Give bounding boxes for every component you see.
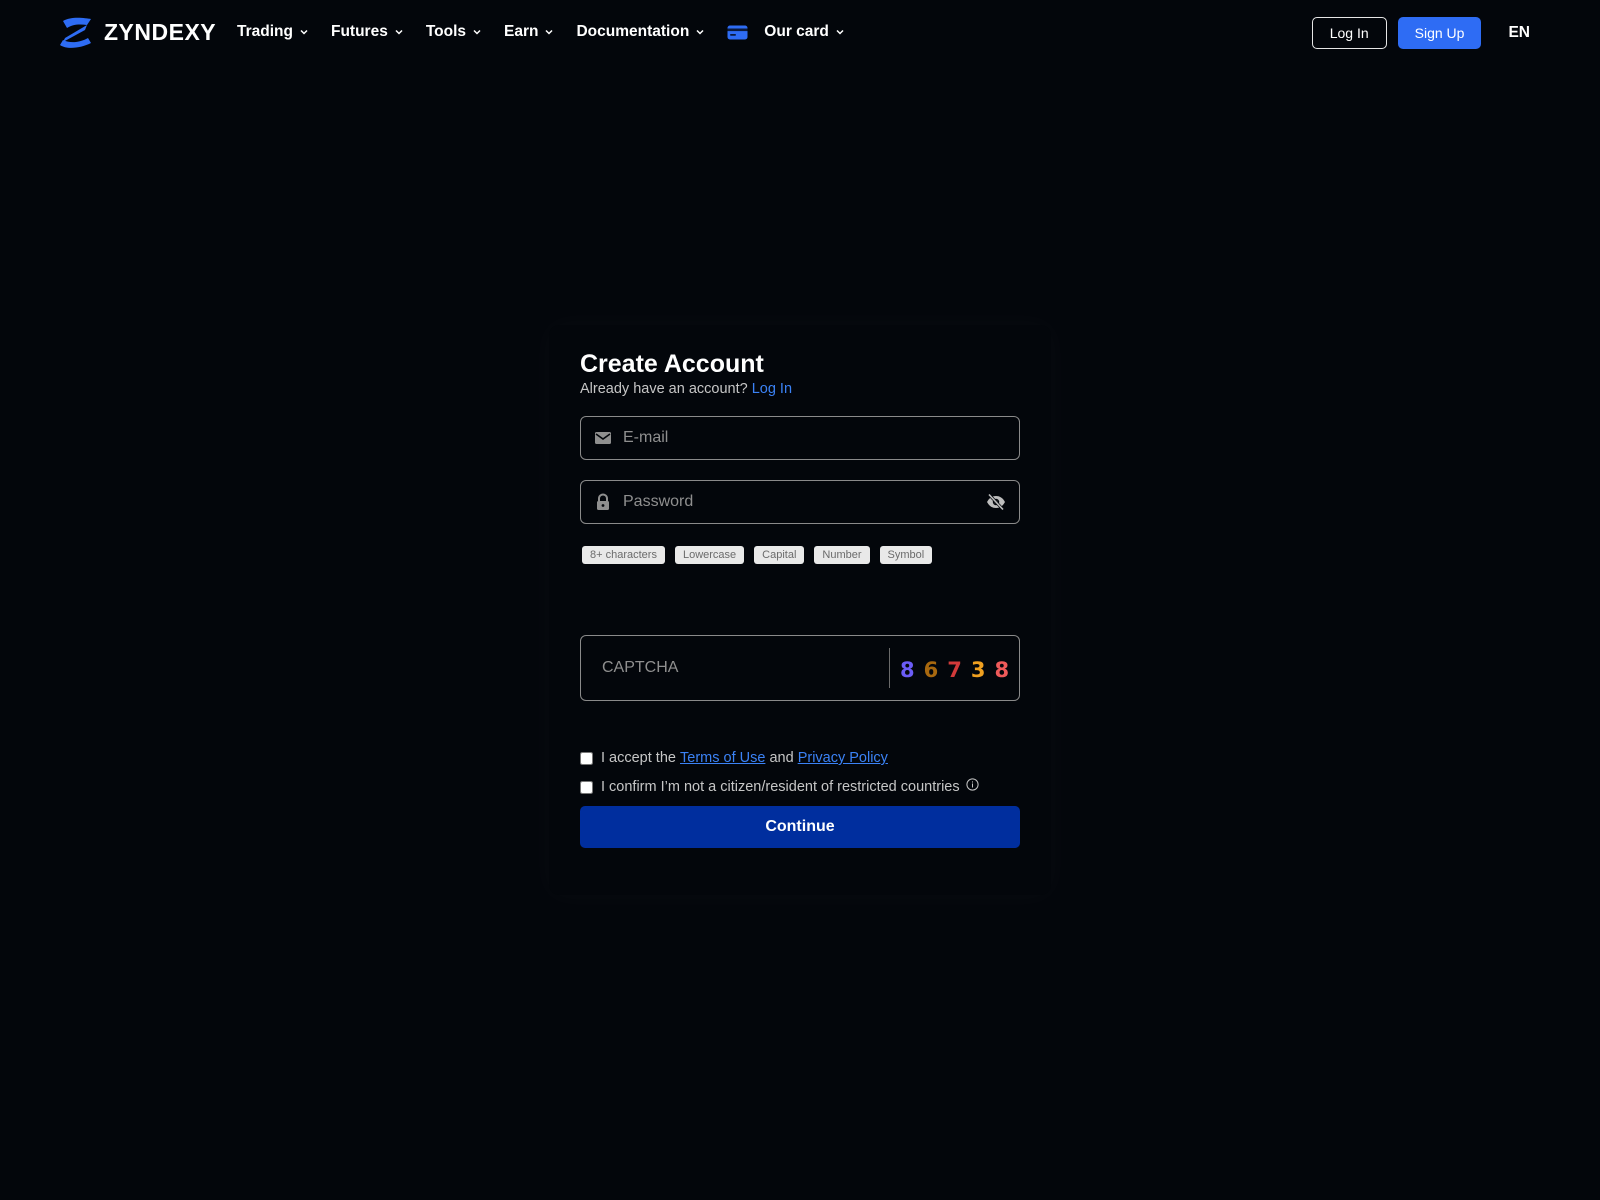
nav-our-card[interactable]: Our card	[727, 23, 845, 41]
chevron-down-icon	[836, 29, 844, 35]
terms-prefix: I accept the	[601, 750, 676, 766]
nav-label: Our card	[764, 23, 829, 40]
top-navigation-bar: ZYNDEXY Trading Futures Tools Earn Docum…	[0, 0, 1600, 64]
chevron-down-icon	[300, 29, 308, 35]
lock-icon	[597, 493, 609, 510]
nav-futures[interactable]: Futures	[331, 23, 404, 41]
terms-of-use-link[interactable]: Terms of Use	[680, 750, 765, 766]
terms-row: I accept the Terms of Use and Privacy Po…	[580, 750, 888, 766]
captcha-char: 7	[947, 658, 962, 682]
requirement-badge: 8+ characters	[582, 546, 665, 564]
captcha-field[interactable]: 86738	[580, 635, 1020, 701]
captcha-input[interactable]	[581, 636, 889, 700]
nav-tools[interactable]: Tools	[426, 23, 482, 41]
password-requirements: 8+ characters Lowercase Capital Number S…	[582, 546, 933, 564]
requirement-badge: Number	[814, 546, 870, 564]
email-field[interactable]	[580, 416, 1020, 460]
requirement-badge: Symbol	[879, 546, 933, 564]
residency-checkbox[interactable]	[580, 780, 593, 794]
header-login-button[interactable]: Log In	[1311, 16, 1387, 49]
language-selector[interactable]: EN	[1508, 24, 1530, 42]
password-field[interactable]	[580, 480, 1020, 524]
captcha-char: 6	[923, 658, 939, 682]
chevron-down-icon	[395, 29, 403, 35]
chevron-down-icon	[473, 29, 481, 35]
login-prompt: Already have an account? Log In	[580, 381, 792, 397]
password-input[interactable]	[612, 481, 986, 523]
nav-label: Futures	[330, 23, 388, 40]
continue-button[interactable]: Continue	[580, 806, 1020, 848]
brand-name: ZYNDEXY	[104, 19, 217, 45]
terms-joiner: and	[769, 750, 794, 766]
captcha-char: 3	[970, 658, 986, 682]
chevron-down-icon	[545, 29, 554, 35]
terms-checkbox[interactable]	[580, 751, 593, 765]
email-input[interactable]	[612, 417, 1019, 459]
header-actions: Log In Sign Up EN	[1311, 16, 1530, 49]
nav-label: Trading	[237, 23, 293, 40]
main-nav: Trading Futures Tools Earn Documentation…	[237, 20, 867, 44]
mail-icon	[595, 432, 611, 444]
nav-label: Earn	[504, 23, 539, 40]
nav-label: Documentation	[576, 23, 690, 40]
info-icon[interactable]	[966, 777, 979, 791]
nav-documentation[interactable]: Documentation	[576, 23, 705, 41]
chevron-down-icon	[696, 29, 704, 35]
residency-row: I confirm I’m not a citizen/resident of …	[580, 777, 979, 795]
captcha-char: 8	[994, 658, 1010, 682]
captcha-image[interactable]: 86738	[890, 654, 1019, 682]
brand-logo[interactable]: ZYNDEXY	[57, 16, 216, 49]
residency-label: I confirm I’m not a citizen/resident of …	[601, 779, 960, 795]
captcha-char: 8	[899, 658, 915, 682]
requirement-badge: Capital	[754, 546, 805, 564]
login-link[interactable]: Log In	[752, 381, 792, 397]
page-title: Create Account	[580, 350, 764, 378]
z-logo-icon	[60, 17, 91, 48]
credit-card-icon	[727, 25, 748, 39]
privacy-policy-link[interactable]: Privacy Policy	[798, 750, 888, 766]
requirement-badge: Lowercase	[674, 546, 745, 564]
eye-off-icon[interactable]	[986, 493, 1006, 511]
login-prompt-text: Already have an account?	[580, 381, 748, 397]
header-signup-button[interactable]: Sign Up	[1397, 16, 1482, 49]
nav-trading[interactable]: Trading	[237, 23, 309, 41]
nav-earn[interactable]: Earn	[504, 23, 554, 41]
nav-label: Tools	[425, 23, 467, 40]
